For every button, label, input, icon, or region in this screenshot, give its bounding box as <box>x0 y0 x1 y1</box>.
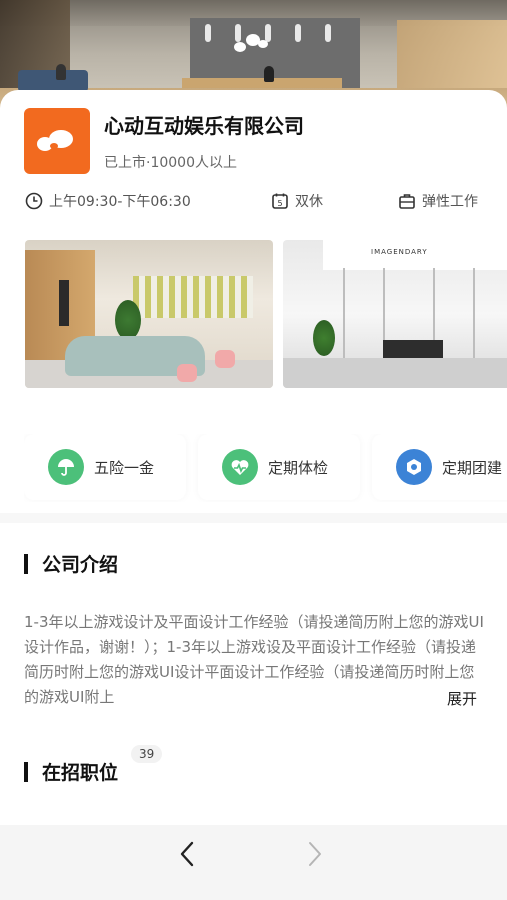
section-title-bar <box>24 761 28 782</box>
office-photo-2[interactable]: IMAGENDARY <box>283 240 507 388</box>
flexible-work: 弹性工作 <box>398 190 478 212</box>
intro-title-text: 公司介绍 <box>42 554 119 576</box>
benefits-list[interactable]: 五险一金 定期体检 定期团建 <box>24 434 507 502</box>
hero-sofa <box>18 70 88 92</box>
rest-days-text: 双休 <box>295 194 323 210</box>
jobs-count-badge: 39 <box>131 745 163 763</box>
clock-icon <box>25 192 43 210</box>
team-icon <box>396 449 432 485</box>
section-title-bar <box>24 553 28 574</box>
hero-person <box>56 64 66 80</box>
benefit-item[interactable]: 定期体检 <box>198 434 360 500</box>
rest-days: 5 双休 <box>271 190 323 212</box>
expand-button[interactable]: 展开 <box>447 688 477 709</box>
flexible-work-text: 弹性工作 <box>422 194 478 210</box>
company-meta: 已上市·10000人以上 <box>104 155 237 171</box>
company-logo-mark <box>37 130 73 151</box>
hero-reception-desk <box>182 78 342 88</box>
hero-light <box>295 24 301 42</box>
jobs-section-title[interactable]: 在招职位 <box>24 758 118 785</box>
benefit-label: 定期体检 <box>268 458 329 477</box>
chevron-right-icon <box>309 842 321 866</box>
calendar-icon: 5 <box>272 193 288 209</box>
hero-wall-logo <box>232 34 270 54</box>
chevron-left-icon <box>180 841 194 867</box>
heartbeat-icon <box>222 449 258 485</box>
company-card: 心动互动娱乐有限公司 已上市·10000人以上 上午09:30-下午06:30 … <box>0 90 507 825</box>
calendar-icon-number: 5 <box>277 199 282 208</box>
office-photo-1[interactable] <box>25 240 273 388</box>
work-hours: 上午09:30-下午06:30 <box>25 190 191 212</box>
company-logo <box>24 108 90 174</box>
hero-light <box>205 24 211 42</box>
work-hours-text: 上午09:30-下午06:30 <box>49 194 191 210</box>
benefit-item[interactable]: 定期团建 <box>372 434 507 500</box>
hero-light <box>325 24 331 42</box>
umbrella-icon <box>48 449 84 485</box>
section-divider <box>0 513 507 523</box>
jobs-title-text: 在招职位 <box>42 762 119 784</box>
intro-fade <box>386 685 434 710</box>
forward-button[interactable] <box>300 839 330 869</box>
bottom-navigation-bar <box>0 825 507 900</box>
benefit-label: 五险一金 <box>94 458 155 477</box>
office-photo-gallery[interactable]: IMAGENDARY <box>25 240 507 390</box>
back-button[interactable] <box>172 839 202 869</box>
briefcase-icon <box>399 194 415 209</box>
benefit-item[interactable]: 五险一金 <box>24 434 186 500</box>
company-name: 心动互动娱乐有限公司 <box>104 114 304 138</box>
benefit-label: 定期团建 <box>442 458 503 477</box>
hero-person <box>264 66 274 82</box>
intro-section-title: 公司介绍 <box>24 550 118 577</box>
office-photo-2-sign: IMAGENDARY <box>371 248 428 256</box>
